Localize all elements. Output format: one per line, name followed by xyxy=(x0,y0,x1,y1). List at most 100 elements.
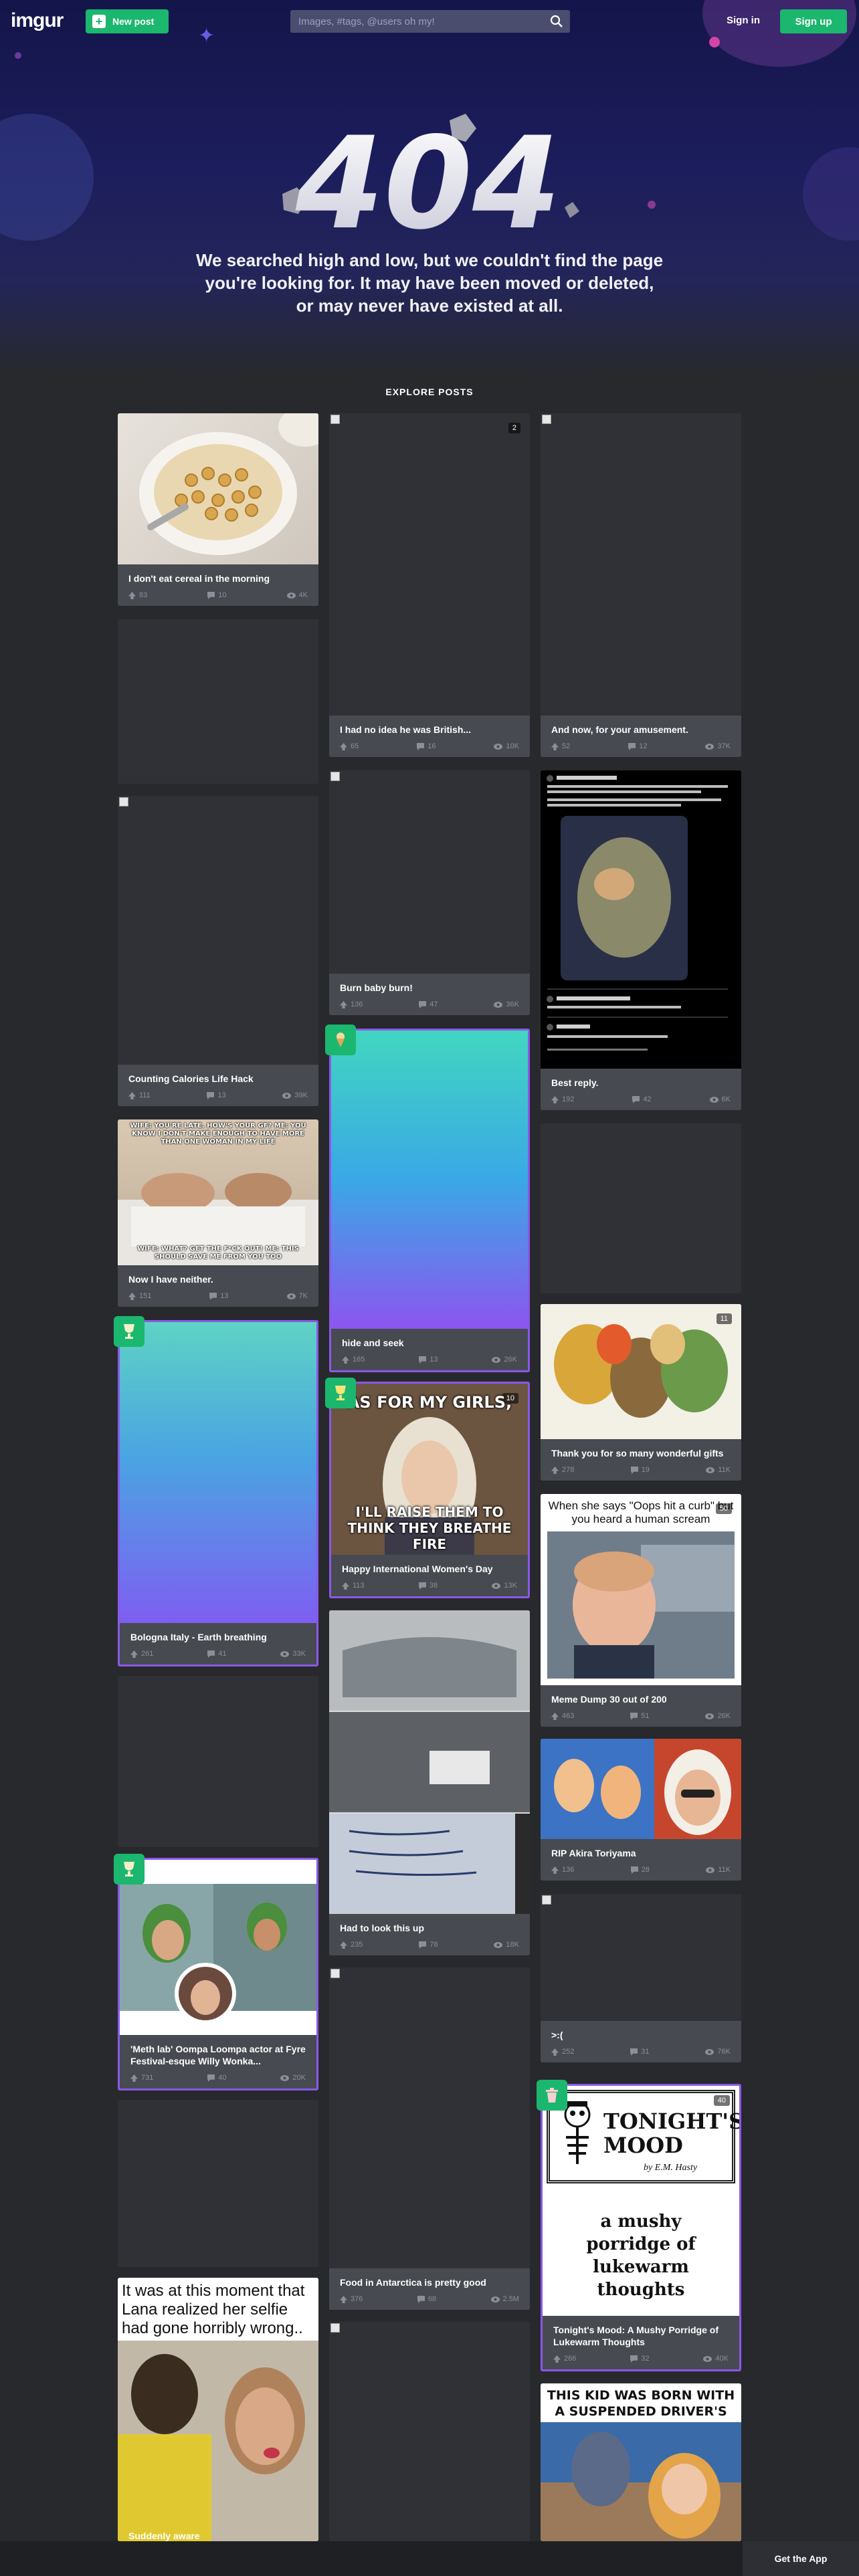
rock-icon xyxy=(565,202,579,218)
trophy-badge-icon xyxy=(114,1854,145,1885)
meme-caption-top: AS FOR MY GIRLS, xyxy=(347,1393,512,1412)
meme-caption-bottom: WIFE: WHAT? GET THE F*CK OUT! ME: THIS S… xyxy=(137,1245,299,1261)
post-card[interactable]: Best reply. 192 42 6K xyxy=(541,770,741,1110)
post-card[interactable]: 11 Thank you for so many wonderful gifts… xyxy=(541,1304,741,1481)
post-title: Suddenly aware xyxy=(128,2531,200,2541)
post-card[interactable]: Counting Calories Life Hack 111 13 39K xyxy=(118,796,318,1106)
upvote-icon xyxy=(551,1466,559,1474)
promoted-post-card[interactable]: 10 AS FOR MY GIRLS, I'LL RAISE THEM TO T… xyxy=(329,1382,530,1598)
error-code: 404 xyxy=(295,110,561,247)
promoted-post-card[interactable]: TONIGHT'S MOOD by E.M. Hasty a mushy por… xyxy=(541,2084,741,2371)
decorative-bubble xyxy=(648,201,656,209)
sign-in-link[interactable]: Sign in xyxy=(727,15,760,26)
post-card[interactable]: When she says "Oops hit a curb" but you … xyxy=(541,1494,741,1727)
view-count: 6K xyxy=(709,1095,731,1103)
upvote-count: 136 xyxy=(340,1000,363,1008)
image-count-badge: 50 xyxy=(715,1503,732,1514)
upvote-count: 278 xyxy=(551,1466,574,1474)
comment-icon xyxy=(630,2048,638,2056)
cone-badge-icon xyxy=(325,1025,356,1055)
upvote-icon xyxy=(342,1582,349,1590)
post-card[interactable]: >:( 252 31 76K xyxy=(541,1894,741,2062)
eye-icon xyxy=(280,1650,290,1657)
post-thumbnail xyxy=(541,770,741,1069)
post-thumbnail: 10 AS FOR MY GIRLS, I'LL RAISE THEM TO T… xyxy=(331,1384,528,1555)
post-title: Now I have neither. xyxy=(128,1274,213,1285)
404-graphic: 404 xyxy=(282,110,579,247)
trophy-badge-icon xyxy=(325,1378,356,1408)
comment-count: 13 xyxy=(209,1292,229,1300)
image-count-badge: 2 xyxy=(508,423,520,433)
post-card[interactable]: 2 I had no idea he was British... 65 16 … xyxy=(329,413,530,757)
promoted-post-card[interactable]: 'Meth lab' Oompa Loompa actor at Fyre Fe… xyxy=(118,1858,318,2090)
post-card[interactable]: It was at this moment that Lana realized… xyxy=(118,2278,318,2541)
comment-count: 13 xyxy=(207,1091,226,1099)
upvote-count: 261 xyxy=(130,1650,153,1658)
post-card[interactable]: Burn baby burn! 136 47 36K xyxy=(329,770,530,1015)
imgur-logo[interactable]: imgur xyxy=(11,9,64,32)
search-icon[interactable] xyxy=(543,10,570,33)
search-input[interactable] xyxy=(290,10,543,33)
promoted-post-card[interactable]: Bologna Italy - Earth breathing 261 41 3… xyxy=(118,1320,318,1667)
new-post-label: New post xyxy=(112,16,155,27)
post-thumbnail xyxy=(118,2100,318,2267)
comment-icon xyxy=(419,1000,427,1008)
upvote-count: 136 xyxy=(551,1866,574,1874)
upvote-icon xyxy=(551,1866,559,1874)
upvote-icon xyxy=(128,1292,136,1300)
post-card[interactable] xyxy=(329,2322,530,2541)
get-the-app-button[interactable]: Get the App xyxy=(743,2541,859,2576)
upvote-count: 83 xyxy=(128,591,147,599)
post-thumbnail xyxy=(118,619,318,784)
broken-image-icon xyxy=(330,772,340,781)
broken-image-icon xyxy=(330,1969,340,1978)
post-title: I had no idea he was British... xyxy=(340,724,472,735)
poster-author: by E.M. Hasty xyxy=(644,2163,698,2173)
eye-icon xyxy=(286,592,296,599)
sign-up-button[interactable]: Sign up xyxy=(780,9,847,33)
post-card[interactable]: Had to look this up 235 78 18K xyxy=(329,1610,530,1955)
post-thumbnail xyxy=(118,796,318,1065)
promoted-post-card[interactable]: hide and seek 165 13 26K xyxy=(329,1029,530,1372)
eye-icon xyxy=(494,743,503,750)
post-title: Counting Calories Life Hack xyxy=(128,1073,254,1084)
car-windshield-photos xyxy=(329,1610,530,1914)
post-card[interactable]: RIP Akira Toriyama 136 28 11K xyxy=(541,1739,741,1881)
post-card[interactable]: And now, for your amusement. 52 12 37K xyxy=(541,413,741,757)
eye-icon xyxy=(706,1866,715,1873)
post-caption: It was at this moment that Lana realized… xyxy=(122,2282,305,2337)
upvote-icon xyxy=(128,1091,136,1099)
post-thumbnail xyxy=(329,770,530,974)
post-card[interactable]: THIS KID WAS BORN WITH A SUSPENDED DRIVE… xyxy=(541,2383,741,2541)
comment-icon xyxy=(630,1466,638,1474)
post-card[interactable] xyxy=(118,2100,318,2267)
comment-icon xyxy=(207,1650,215,1658)
post-card[interactable]: Food in Antarctica is pretty good 376 68… xyxy=(329,1967,530,2310)
poster-title: TONIGHT'S MOOD xyxy=(603,2109,739,2158)
upvote-count: 252 xyxy=(551,2048,574,2056)
selfie-photo xyxy=(118,2341,318,2541)
new-post-button[interactable]: + New post xyxy=(86,9,169,33)
comment-count: 41 xyxy=(207,1650,227,1658)
post-card[interactable]: WIFE: YOU'RE LATE. HOW'S YOUR GF? ME: YO… xyxy=(118,1119,318,1307)
post-meta: Happy International Women's Day 113 38 1… xyxy=(331,1555,528,1596)
post-thumbnail xyxy=(541,413,741,716)
upvote-count: 165 xyxy=(342,1356,365,1364)
explore-posts-heading: EXPLORE POSTS xyxy=(385,387,474,397)
post-thumbnail: 11 xyxy=(541,1304,741,1439)
post-title: Tonight's Mood: A Mushy Porridge of Luke… xyxy=(553,2325,719,2347)
post-card[interactable] xyxy=(118,619,318,784)
post-thumbnail: THIS KID WAS BORN WITH A SUSPENDED DRIVE… xyxy=(541,2383,741,2541)
broken-image-icon xyxy=(119,797,128,807)
post-card[interactable] xyxy=(541,1123,741,1293)
post-thumbnail: It was at this moment that Lana realized… xyxy=(118,2278,318,2541)
post-card[interactable] xyxy=(118,1676,318,1847)
image-count-badge: 11 xyxy=(716,1313,732,1324)
post-thumbnail: WIFE: YOU'RE LATE. HOW'S YOUR GF? ME: YO… xyxy=(118,1119,318,1265)
post-title: RIP Akira Toriyama xyxy=(551,1848,636,1858)
tweet-screenshot xyxy=(547,775,728,1051)
post-meta: Thank you for so many wonderful gifts 27… xyxy=(541,1439,741,1481)
upvote-count: 65 xyxy=(340,742,359,750)
post-card[interactable]: I don't eat cereal in the morning 83 10 … xyxy=(118,413,318,606)
comment-count: 51 xyxy=(630,1712,650,1720)
